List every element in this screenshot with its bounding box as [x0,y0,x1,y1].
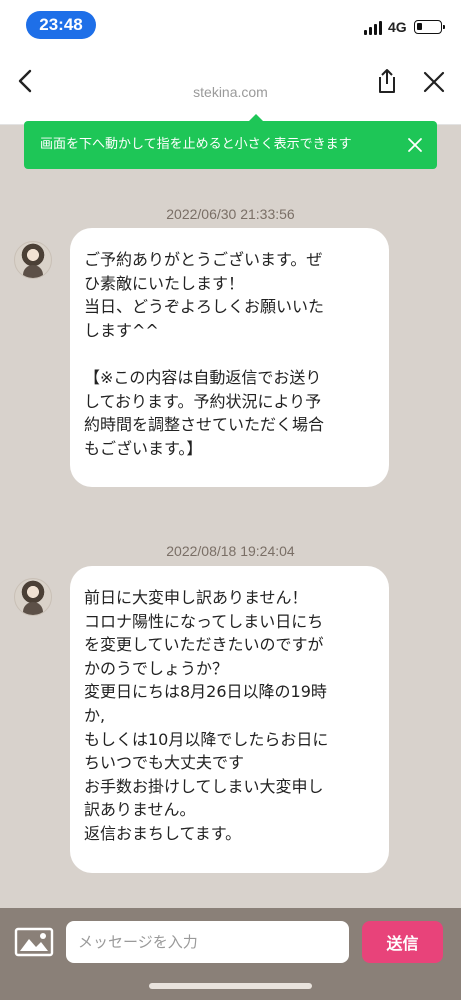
signal-icon [364,21,384,35]
home-indicator [149,983,312,989]
message-line: ご予約ありがとうございます。ぜ [84,250,323,269]
avatar[interactable] [14,241,52,279]
image-icon [14,927,54,957]
message-bubble: 前日に大変申し訳ありません！ コロナ陽性になってしまい日にち を変更していただき… [70,566,389,873]
close-icon [423,71,445,93]
message-line: コロナ陽性になってしまい日にち [84,611,324,631]
message-line: 変更日にちは8月26日以降の19時 [84,682,327,702]
network-type: 4G [388,19,407,35]
share-icon [379,69,395,93]
avatar[interactable] [14,578,52,616]
message-line: 約時間を調整させていただく場合 [84,415,325,435]
message-line: 【※この内容は自動返信でお送り [84,367,322,387]
toast-close-icon[interactable] [407,137,423,153]
message-line: もございます。】 [84,438,203,458]
message-line: か, [84,705,106,725]
message-line: ちいつでも大丈夫です [84,753,245,773]
message-timestamp: 2022/06/30 21:33:56 [166,206,295,222]
message-input[interactable] [66,921,349,963]
message-line: 返信おまちしてます。 [84,823,242,843]
message-line: 前日に大変申し訳ありません！ [84,588,308,607]
message-line: しております。予約状況により予 [84,391,322,411]
battery-icon [414,20,445,34]
message-line [84,342,375,366]
message-line: を変更していただきたいのですが [84,635,324,655]
message-line: ひ素敵にいたします！ [84,273,245,293]
message-line: します^^ [84,320,159,340]
message-line: かのうでしょうか？ [84,658,229,678]
photo-button[interactable] [14,926,54,958]
share-button[interactable] [372,67,400,95]
status-time: 23:48 [26,11,96,39]
toast-text: 画面を下へ動かして指を止めると小さく表示できます [40,137,352,152]
browser-header: stekina.com [0,50,461,125]
hint-toast: 画面を下へ動かして指を止めると小さく表示できます [24,114,437,169]
message-bubble: ご予約ありがとうございます。ぜ ひ素敵にいたします！ 当日、どうぞよろしくお願い… [70,228,389,487]
message-line: お手数お掛けしてしまい大変申し [84,776,324,796]
message-timestamp: 2022/08/18 19:24:04 [166,543,295,559]
close-button[interactable] [422,70,446,94]
message-line: 訳ありません。 [84,800,196,820]
status-bar: 23:48 4G [0,0,461,50]
message-line: もしくは10月以降でしたらお日に [84,729,329,749]
send-button[interactable]: 送信 [362,921,443,963]
message-line: 当日、どうぞよろしくお願いいた [84,297,325,317]
